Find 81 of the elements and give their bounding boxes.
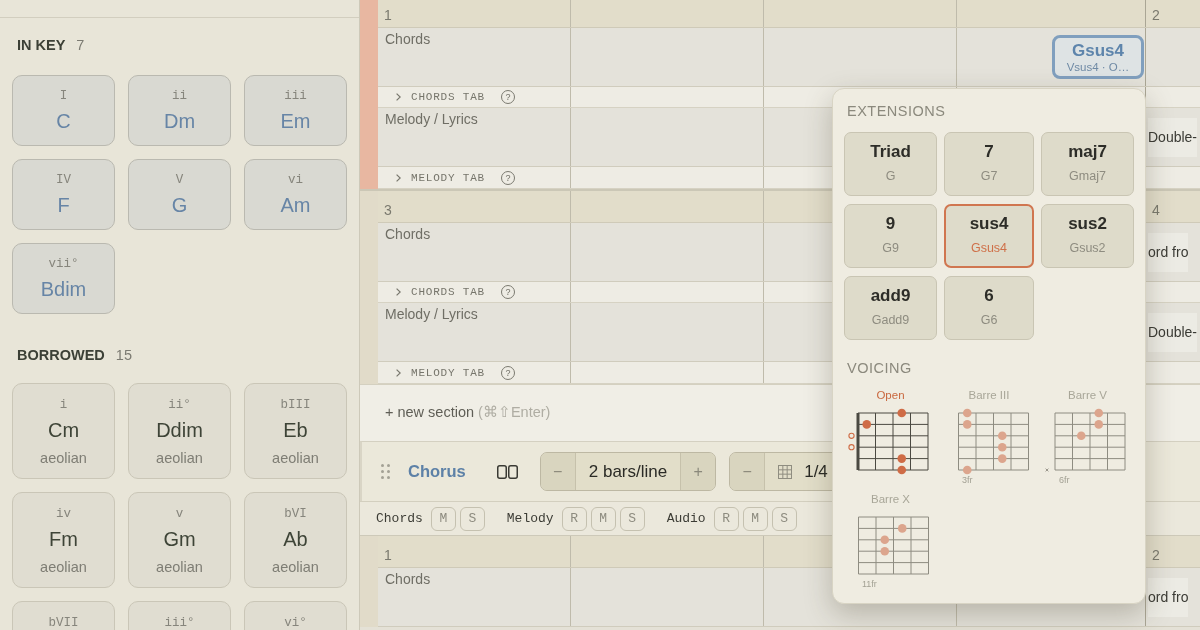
chord-tile[interactable]: IV F bbox=[12, 159, 115, 230]
voicing-option[interactable]: Barre X 11fr bbox=[844, 492, 937, 589]
chord-tile[interactable]: bVI Ab aeolian bbox=[244, 492, 347, 588]
track-toggle-button[interactable]: M bbox=[430, 506, 456, 531]
stepper-value: 2 bars/line bbox=[588, 460, 668, 483]
chord-diagram-drawing bbox=[957, 407, 1029, 475]
track-toggle-button[interactable]: M bbox=[590, 506, 616, 531]
lane-label: Chords bbox=[385, 31, 431, 49]
lane-label: Melody / Lyrics bbox=[385, 306, 478, 324]
group-count: 15 bbox=[115, 346, 132, 365]
extension-option[interactable]: maj7 Gmaj7 bbox=[1041, 132, 1134, 196]
chord-tile[interactable]: v Gm aeolian bbox=[128, 492, 231, 588]
lane-label: Melody / Lyrics bbox=[385, 111, 478, 129]
decrement-button[interactable]: − bbox=[540, 453, 576, 490]
cell-text: Double- bbox=[1148, 312, 1198, 352]
voicing-option[interactable]: Barre III 3fr bbox=[944, 388, 1034, 485]
extension-option[interactable]: sus2 Gsus2 bbox=[1041, 204, 1134, 268]
track-label: Melody bbox=[506, 509, 554, 528]
track-toggle-button[interactable]: S bbox=[459, 506, 485, 531]
chevron-right-icon bbox=[396, 173, 401, 182]
bar-number: 2 bbox=[1152, 547, 1160, 563]
bar-number: 1 bbox=[384, 547, 392, 563]
bar-number: 3 bbox=[384, 202, 392, 218]
bar-number: 1 bbox=[384, 7, 392, 23]
voicing-option[interactable]: Open bbox=[844, 388, 937, 485]
stepper-value: 1/4 bbox=[804, 460, 828, 483]
chevron-right-icon bbox=[396, 93, 401, 101]
chord-tile[interactable]: vii° Bdim bbox=[12, 243, 115, 314]
chord-chip[interactable]: Gsus4 Vsus4 · O… bbox=[1052, 35, 1144, 79]
new-section-button[interactable]: + new section (⌘⇧Enter) bbox=[385, 402, 551, 424]
track-label: Chords bbox=[376, 509, 423, 528]
chord-tile[interactable]: vi° bbox=[244, 601, 347, 630]
group-heading: IN KEY bbox=[17, 36, 66, 55]
chord-tile[interactable]: iv Fm aeolian bbox=[12, 492, 115, 588]
lane-label: Chords bbox=[385, 571, 431, 589]
lane-label: Chords bbox=[385, 226, 431, 244]
shortcut-hint: (⌘⇧Enter) bbox=[478, 403, 551, 423]
chord-tile[interactable]: I C bbox=[12, 75, 115, 146]
drag-handle-icon bbox=[381, 464, 390, 479]
popover-heading: VOICING bbox=[846, 359, 912, 377]
chord-tile[interactable]: iii Em bbox=[244, 75, 347, 146]
tab-toggle[interactable]: CHORDS TAB bbox=[396, 90, 485, 104]
group-count: 7 bbox=[76, 36, 85, 55]
grid-icon bbox=[778, 464, 793, 479]
extension-option[interactable]: 6 G6 bbox=[944, 276, 1034, 340]
chord-tile[interactable]: vi Am bbox=[244, 159, 347, 230]
chord-tile[interactable]: ii Dm bbox=[128, 75, 231, 146]
popover-heading: EXTENSIONS bbox=[846, 102, 946, 120]
chord-tile[interactable]: V G bbox=[128, 159, 231, 230]
extension-option[interactable]: 9 G9 bbox=[844, 204, 937, 268]
track-label: Audio bbox=[666, 509, 706, 528]
extension-option[interactable]: Triad G bbox=[844, 132, 937, 196]
track-toggle-button[interactable]: M bbox=[742, 506, 768, 531]
extension-option[interactable]: sus4 Gsus4 bbox=[944, 204, 1034, 268]
decrement-button[interactable]: − bbox=[730, 453, 766, 490]
tab-toggle[interactable]: MELODY TAB bbox=[396, 365, 485, 380]
group-heading: BORROWED bbox=[17, 346, 105, 365]
cell-text: ord fro bbox=[1148, 232, 1189, 272]
track-toggle-button[interactable]: S bbox=[771, 506, 797, 531]
voicing-option[interactable]: Barre V 6fr bbox=[1041, 388, 1134, 485]
increment-button[interactable]: + bbox=[680, 453, 716, 490]
section-title: Chorus bbox=[408, 461, 466, 483]
bar-number: 2 bbox=[1152, 7, 1160, 23]
cell-text: Double- bbox=[1148, 117, 1198, 157]
bar-number: 4 bbox=[1152, 202, 1160, 218]
chevron-right-icon bbox=[396, 288, 401, 296]
chord-tile[interactable]: iii° bbox=[128, 601, 231, 630]
extension-option[interactable]: add9 Gadd9 bbox=[844, 276, 937, 340]
chevron-right-icon bbox=[396, 368, 401, 377]
track-toggle-button[interactable]: S bbox=[619, 506, 645, 531]
columns-icon bbox=[496, 464, 518, 479]
extension-option[interactable]: 7 G7 bbox=[944, 132, 1034, 196]
tab-toggle[interactable]: CHORDS TAB bbox=[396, 285, 485, 299]
chord-tile[interactable]: bIII Eb aeolian bbox=[244, 383, 347, 479]
track-toggle-button[interactable]: R bbox=[713, 506, 739, 531]
chord-tile[interactable]: ii° Ddim aeolian bbox=[128, 383, 231, 479]
chord-tile[interactable]: bVII bbox=[12, 601, 115, 630]
tab-toggle[interactable]: MELODY TAB bbox=[396, 170, 485, 185]
track-toggle-button[interactable]: R bbox=[561, 506, 587, 531]
cell-text: ord fro bbox=[1148, 577, 1189, 617]
chord-tile[interactable]: i Cm aeolian bbox=[12, 383, 115, 479]
